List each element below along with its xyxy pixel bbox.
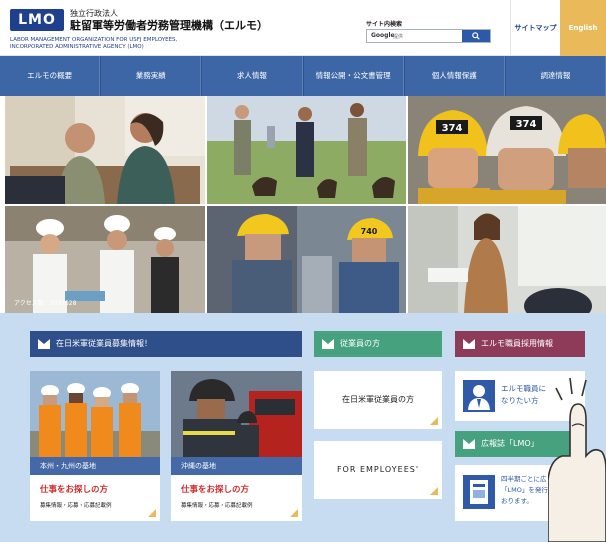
staff-recruit-header-label: エルモ職員採用情報 <box>481 339 553 348</box>
nav-item-privacy[interactable]: 個人情報保護 <box>403 56 505 96</box>
photo-cooks <box>5 206 205 313</box>
magazine-line2: 「LMO」を発行し <box>501 486 555 494</box>
sitemap-link[interactable]: サイトマップ <box>510 0 560 56</box>
search-icon <box>472 32 480 40</box>
lmo-logo[interactable]: LMO <box>10 9 64 31</box>
magazine-header-label: 広報誌「LMO」 <box>481 439 539 448</box>
corner-arrow-icon <box>430 417 438 425</box>
recruit-info-header[interactable]: 在日米軍従業員募集情報！ <box>30 331 302 357</box>
job-search-title: 仕事をお探しの方 <box>40 485 109 495</box>
search-input[interactable] <box>393 32 465 41</box>
content-area: 在日米軍従業員募集情報！ 従業員の方 エルモ職員採用情報 本州・九州の基地 仕事… <box>0 313 606 542</box>
corner-arrow-icon <box>290 509 298 517</box>
nav-item-jobs[interactable]: 求人情報 <box>201 56 303 96</box>
magazine-text: 四半期ごとに広 「LMO」を発行し おります。 <box>501 474 554 507</box>
hero-photo-mosaic: 374 374 740 <box>0 96 606 399</box>
photo-office-workers <box>5 96 205 204</box>
magazine-line1: 四半期ごとに広 <box>501 475 547 483</box>
usfj-employees-label: 在日米軍従業員の方 <box>342 395 414 404</box>
corner-arrow-icon <box>430 487 438 495</box>
org-name-english-line2: INCORPORATED ADMINISTRATIVE AGENCY (LMO) <box>10 44 144 50</box>
person-icon <box>463 380 495 412</box>
usfj-employees-button[interactable]: 在日米軍従業員の方 <box>314 371 442 429</box>
recruit-info-header-label: 在日米軍従業員募集情報！ <box>56 339 152 348</box>
magazine-line3: おります。 <box>501 497 533 505</box>
helmet-number-2: 374 <box>516 119 537 130</box>
photo-security-guards <box>207 96 406 204</box>
nav-item-procurement[interactable]: 調達情報 <box>504 56 606 96</box>
photo-base-workers <box>30 371 160 457</box>
nav-item-results[interactable]: 業務実績 <box>100 56 202 96</box>
site-header: LMO 独立行政法人 駐留軍等労働者労務管理機構（エルモ） LABOR MANA… <box>0 0 606 56</box>
photo-maintenance-workers: 740 <box>207 206 406 313</box>
staff-recruit-line2: なりたい方 <box>501 396 539 405</box>
helmet-number-1: 374 <box>442 123 463 134</box>
chevron-icon <box>463 339 475 349</box>
employees-header[interactable]: 従業員の方 <box>314 331 442 357</box>
global-nav: エルモの概要 業務実績 求人情報 情報公開・公文書管理 個人情報保護 調達情報 <box>0 56 606 96</box>
job-search-subtitle: 募集情報・応募・応募記載例 <box>181 503 253 509</box>
hand-pointer-illustration <box>548 377 606 542</box>
magazine-icon <box>463 475 495 509</box>
photo-firefighter-okinawa <box>171 371 302 457</box>
photo-teacher-classroom <box>408 206 606 313</box>
nav-item-disclosure[interactable]: 情報公開・公文書管理 <box>302 56 404 96</box>
employees-header-label: 従業員の方 <box>340 339 380 348</box>
page: LMO 独立行政法人 駐留軍等労働者労務管理機構（エルモ） LABOR MANA… <box>0 0 606 542</box>
corner-arrow-icon <box>148 509 156 517</box>
site-search-box: Google <box>366 29 491 43</box>
for-employees-button[interactable]: FOR EMPLOYEES' <box>314 441 442 499</box>
nav-item-about[interactable]: エルモの概要 <box>0 56 101 96</box>
staff-recruit-line1: エルモ職員に <box>501 384 546 393</box>
honshu-kyushu-job-card[interactable]: 本州・九州の基地 仕事をお探しの方 募集情報・応募・応募記載例 <box>30 371 160 521</box>
photo-firefighters: 374 374 <box>408 96 606 204</box>
org-name[interactable]: 駐留軍等労働者労務管理機構（エルモ） <box>70 17 268 33</box>
job-search-title: 仕事をお探しの方 <box>181 485 250 495</box>
chevron-icon <box>463 439 475 449</box>
search-button[interactable] <box>462 30 490 42</box>
job-search-subtitle: 募集情報・応募・応募記載例 <box>40 503 112 509</box>
site-search-title: サイト内検索 <box>366 21 403 28</box>
staff-recruit-text: エルモ職員に なりたい方 <box>501 383 546 407</box>
honshu-band: 本州・九州の基地 <box>30 457 160 475</box>
okinawa-band: 沖縄の基地 <box>171 457 302 475</box>
helmet-number-3: 740 <box>361 227 378 236</box>
chevron-icon <box>322 339 334 349</box>
staff-recruit-header[interactable]: エルモ職員採用情報 <box>455 331 585 357</box>
for-employees-label: FOR EMPLOYEES' <box>336 465 420 474</box>
chevron-icon <box>38 339 50 349</box>
access-counter: アクセス数：5097528 <box>14 300 77 307</box>
okinawa-job-card[interactable]: 沖縄の基地 仕事をお探しの方 募集情報・応募・応募記載例 <box>171 371 302 521</box>
google-label: Google <box>371 32 395 39</box>
english-link[interactable]: English <box>560 0 606 56</box>
org-name-english-line1: LABOR MANAGEMENT ORGANIZATION FOR USFJ E… <box>10 37 178 43</box>
